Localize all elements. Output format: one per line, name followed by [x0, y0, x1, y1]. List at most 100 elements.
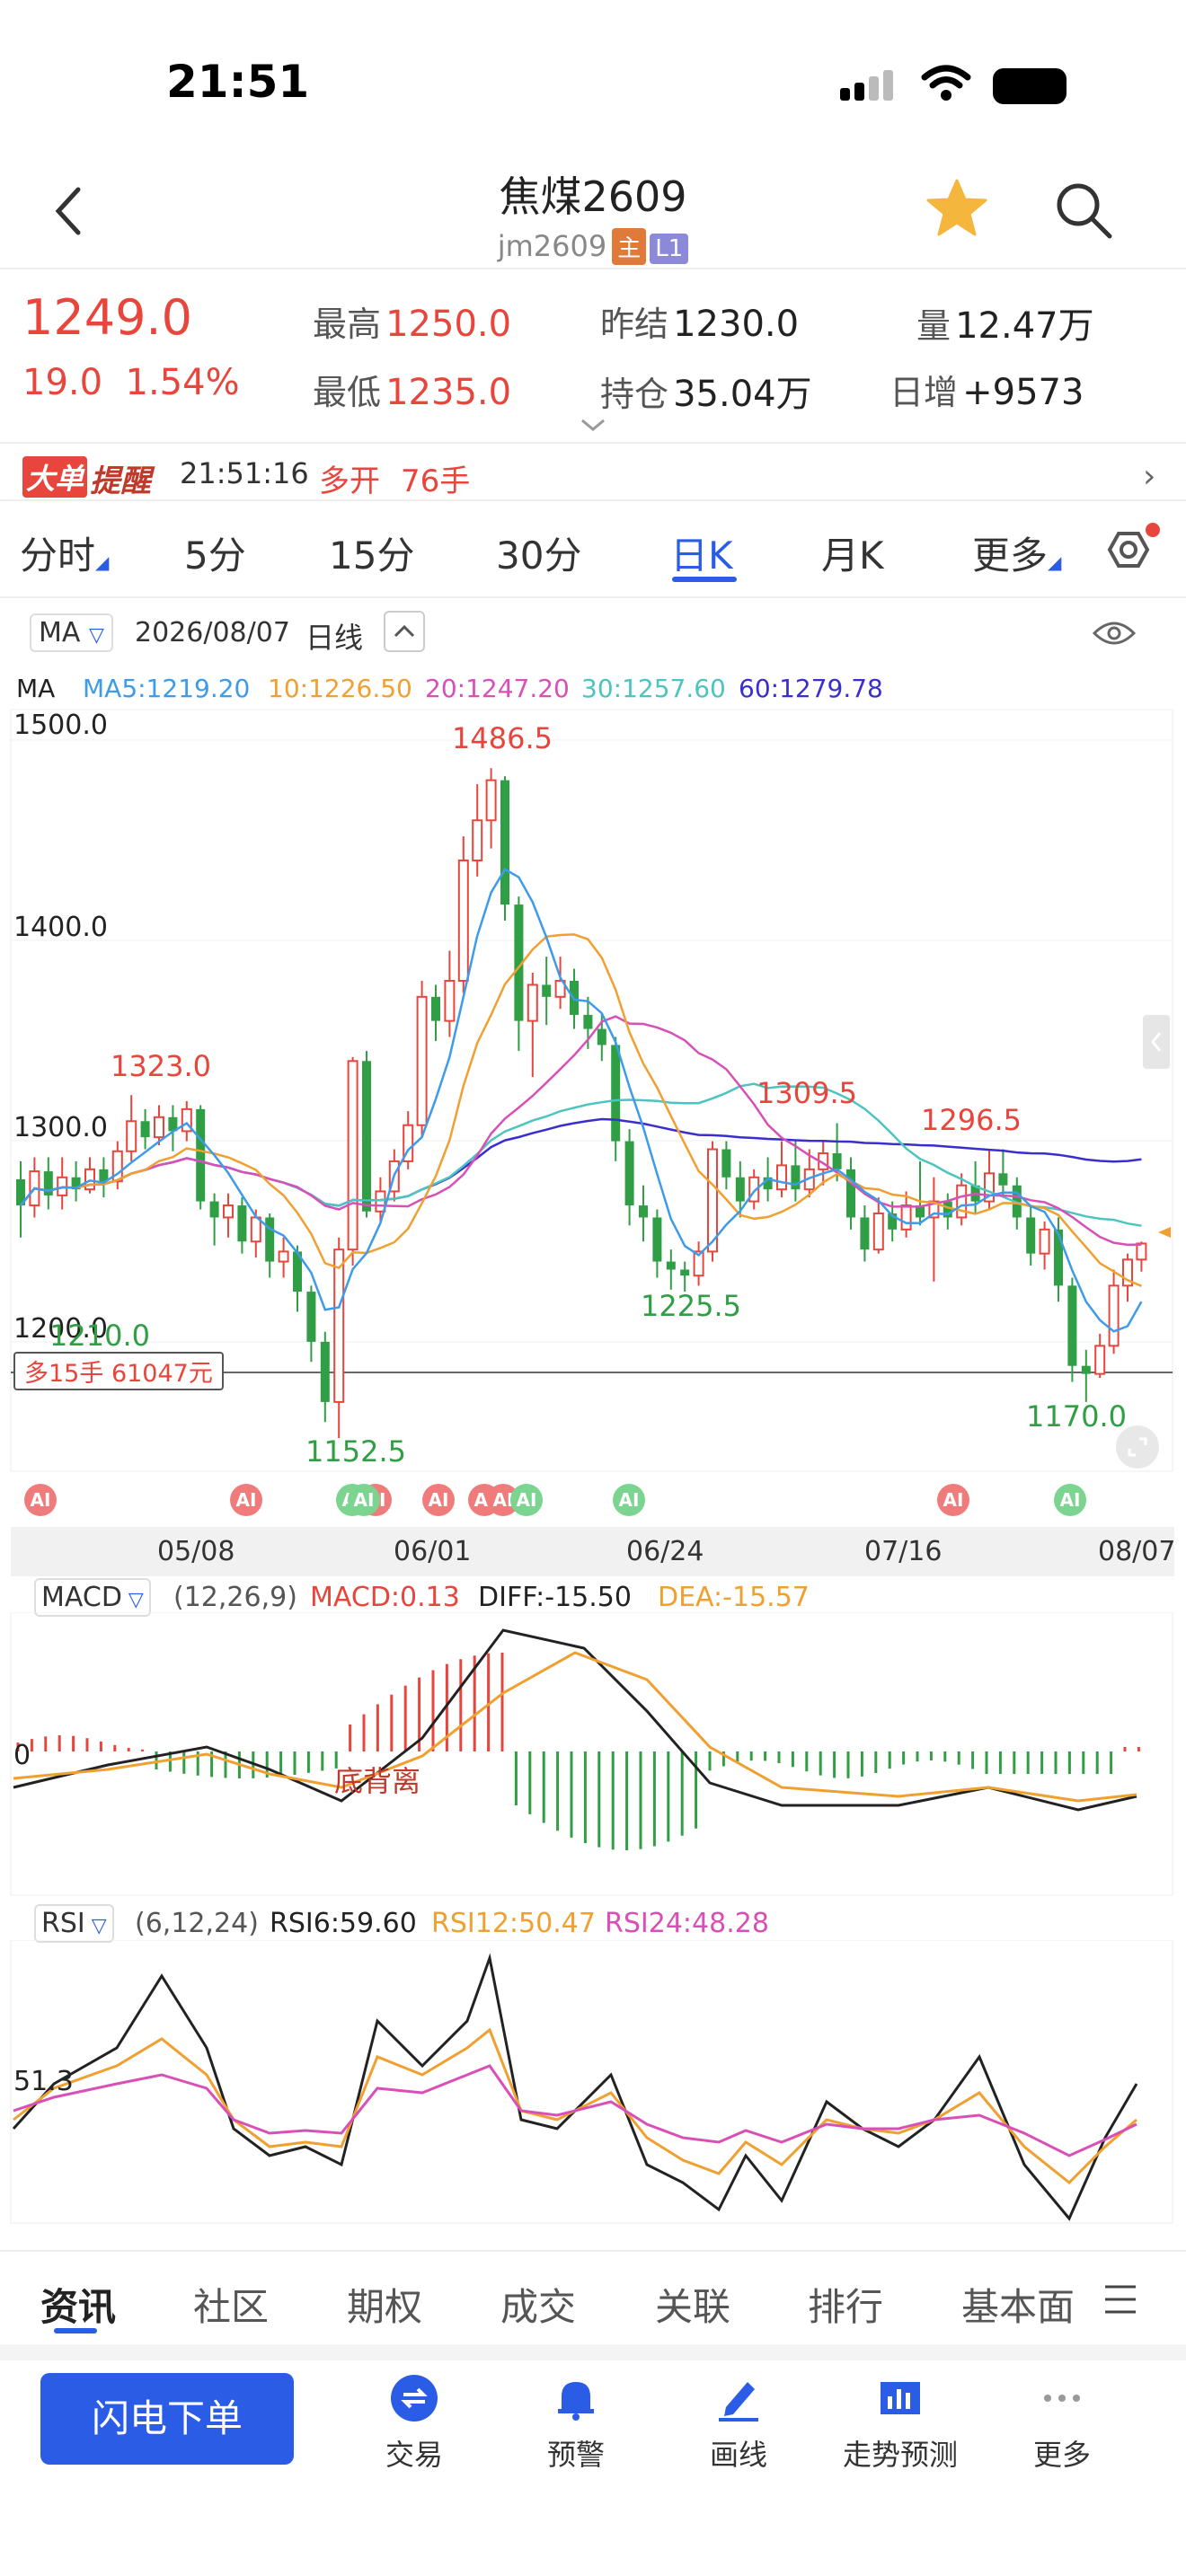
trough-annotation-2: 1170.0	[1026, 1399, 1127, 1434]
nav-alert-label: 预警	[546, 2438, 605, 2472]
ai-marker[interactable]: AI	[510, 1484, 543, 1516]
candle-body	[472, 819, 483, 861]
kline-date: 2026/08/07	[135, 617, 290, 648]
low-stat: 最低 1235.0	[313, 365, 511, 414]
candle-body	[306, 1292, 316, 1342]
tab-related[interactable]: 关联	[655, 2277, 730, 2332]
candle-body	[333, 1248, 345, 1403]
candle-body	[776, 1164, 787, 1191]
nav-forecast-label: 走势预测	[842, 2438, 958, 2472]
prev-settle-label: 昨结	[600, 304, 669, 344]
tab-15min[interactable]: 15分	[329, 525, 414, 580]
tab-fundamentals[interactable]: 基本面	[961, 2277, 1076, 2332]
high-value: 1250.0	[385, 304, 512, 345]
position-label[interactable]: 多15手 61047元	[13, 1352, 224, 1390]
candle-body	[209, 1201, 219, 1218]
rsi24-line	[13, 2064, 1137, 2157]
nav-alert[interactable]: 预警	[513, 2371, 639, 2474]
y-label-1300: 1300.0	[13, 1112, 108, 1143]
candle-body	[680, 1269, 690, 1276]
candle-body	[237, 1205, 247, 1242]
indicator-select[interactable]: MA ▽	[30, 613, 113, 652]
candle-body	[140, 1121, 150, 1138]
tab-30min[interactable]: 30分	[496, 525, 581, 580]
peak-annotation-2: 1309.5	[757, 1076, 857, 1110]
fullscreen-icon[interactable]	[1114, 1424, 1161, 1470]
menu-icon[interactable]	[1102, 2281, 1138, 2317]
ai-marker[interactable]: AI	[348, 1484, 380, 1516]
ai-marker[interactable]: AI	[937, 1484, 969, 1516]
candle-body	[1026, 1217, 1036, 1254]
ai-marker[interactable]: AI	[230, 1484, 262, 1516]
peak-annotation-1: 1323.0	[111, 1049, 211, 1083]
rsi-params: (6,12,24)	[135, 1908, 259, 1939]
favorite-star-icon[interactable]	[925, 178, 988, 237]
candle-body	[998, 1173, 1008, 1186]
volume-value: 12.47万	[955, 305, 1094, 347]
nav-draw-label: 画线	[709, 2438, 767, 2472]
wifi-icon	[921, 65, 971, 101]
high-stat: 最高 1250.0	[313, 296, 511, 346]
candle-body	[250, 1216, 261, 1243]
settings-icon[interactable]	[1099, 523, 1162, 578]
candle-body	[154, 1116, 164, 1139]
ai-marker[interactable]: AI	[24, 1484, 57, 1516]
candle-body	[639, 1205, 648, 1218]
tab-trades[interactable]: 成交	[500, 2277, 576, 2332]
candle-body	[900, 1204, 912, 1231]
tab-community[interactable]: 社区	[193, 2277, 269, 2332]
low-value: 1235.0	[385, 372, 512, 413]
tab-news[interactable]: 资讯	[40, 2277, 116, 2332]
flash-order-button[interactable]: 闪电下单	[40, 2373, 294, 2465]
nav-trade[interactable]: 交易	[351, 2371, 477, 2474]
trade-icon	[391, 2375, 438, 2422]
rsi-select-label: RSI	[41, 1908, 85, 1939]
macd-select[interactable]: MACD ▽	[34, 1578, 151, 1617]
candle-body	[320, 1341, 330, 1402]
side-panel-handle-icon[interactable]	[1143, 1015, 1170, 1069]
alert-action: 多开	[319, 463, 380, 499]
date-label: 05/08	[157, 1536, 235, 1567]
ma10-value: 10:1226.50	[268, 674, 412, 703]
collapse-chevron-icon[interactable]	[384, 611, 425, 652]
date-label: 06/24	[626, 1536, 704, 1567]
price-change: 19.0 1.54%	[22, 362, 240, 403]
dea-line	[13, 1651, 1137, 1803]
status-time: 21:51	[166, 56, 310, 108]
level-badge: L1	[650, 234, 689, 264]
ma30-value: 30:1257.60	[581, 674, 726, 703]
eye-icon[interactable]	[1092, 615, 1137, 651]
pen-icon	[719, 2382, 758, 2422]
high-annotation: 1486.5	[452, 721, 553, 755]
ai-marker[interactable]: AI	[422, 1484, 455, 1516]
macd-chart[interactable]	[0, 1612, 1186, 1900]
tab-ranking[interactable]: 排行	[808, 2277, 883, 2332]
date-label: 06/01	[394, 1536, 472, 1567]
peak-annotation-3: 1296.5	[921, 1103, 1022, 1137]
rsi-select[interactable]: RSI ▽	[34, 1904, 114, 1943]
rsi-chart[interactable]	[0, 1940, 1186, 2228]
candle-body	[362, 1061, 371, 1212]
expand-chevron-icon[interactable]	[580, 418, 606, 432]
tab-timeshare-label: 分时	[20, 534, 96, 578]
nav-draw[interactable]: 画线	[676, 2371, 801, 2474]
nav-more[interactable]: 更多	[999, 2371, 1125, 2474]
candle-body	[196, 1108, 206, 1202]
alert-chevron-icon[interactable]: ›	[1143, 458, 1155, 495]
tab-monthly-k[interactable]: 月K	[821, 525, 884, 580]
trough-annotation-1: 1225.5	[641, 1289, 741, 1323]
tab-options[interactable]: 期权	[347, 2277, 422, 2332]
tab-daily-k[interactable]: 日K	[670, 525, 733, 580]
low-annotation: 1152.5	[305, 1434, 406, 1469]
ma5-line	[20, 868, 1143, 1333]
tab-timeshare[interactable]: 分时◢	[20, 525, 109, 580]
ai-marker[interactable]: AI	[613, 1484, 645, 1516]
ai-marker[interactable]: AI	[1054, 1484, 1086, 1516]
rsi6-line	[12, 1953, 1138, 2221]
open-interest-label: 持仓	[600, 375, 669, 414]
search-icon[interactable]	[1053, 180, 1114, 241]
alert-time: 21:51:16	[180, 456, 309, 490]
tab-more[interactable]: 更多◢	[972, 525, 1061, 580]
tab-5min[interactable]: 5分	[184, 525, 246, 580]
nav-forecast[interactable]: 走势预测	[837, 2371, 963, 2474]
